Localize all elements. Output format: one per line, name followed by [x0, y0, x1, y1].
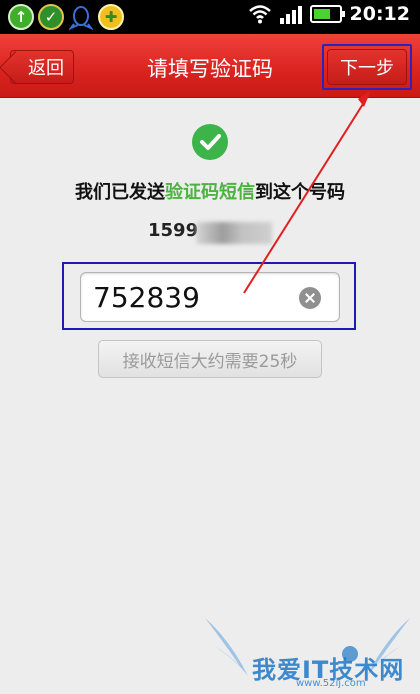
- verification-code-input[interactable]: 752839: [80, 272, 340, 322]
- resend-sms-button: 接收短信大约需要25秒: [98, 340, 322, 378]
- next-button-highlight: 下一步: [322, 44, 412, 90]
- status-bar: ↑ ✓ ✚ 20:12: [0, 0, 420, 34]
- battery-icon: [309, 5, 345, 23]
- watermark-url: www.52ij.com: [296, 678, 366, 689]
- plus-icon: ✚: [98, 4, 124, 30]
- upload-icon: ↑: [8, 4, 34, 30]
- qq-icon: [68, 4, 94, 30]
- wifi-icon: [248, 5, 271, 24]
- sent-suffix: 到这个号码: [255, 182, 345, 203]
- next-button[interactable]: 下一步: [327, 49, 407, 85]
- sent-message: 我们已发送验证码短信到这个号码: [0, 178, 420, 204]
- check-shield-icon: ✓: [38, 4, 64, 30]
- title-bar: 返回 请填写验证码 下一步: [0, 34, 420, 98]
- sent-highlight: 验证码短信: [165, 182, 255, 203]
- sent-prefix: 我们已发送: [75, 182, 165, 203]
- verification-code-value: 752839: [93, 281, 200, 314]
- system-indicators: 20:12: [248, 3, 410, 25]
- phone-number: 1599: [148, 220, 199, 241]
- success-check-icon: [192, 124, 228, 160]
- phone-number-redaction: [196, 222, 272, 244]
- watermark: 我爱IT技术网 www.52ij.com: [200, 610, 415, 690]
- clock: 20:12: [349, 3, 410, 25]
- notification-icons: ↑ ✓ ✚: [8, 4, 124, 30]
- back-button-label: 返回: [28, 58, 64, 79]
- clear-icon[interactable]: [299, 287, 321, 309]
- signal-icon: [279, 4, 302, 24]
